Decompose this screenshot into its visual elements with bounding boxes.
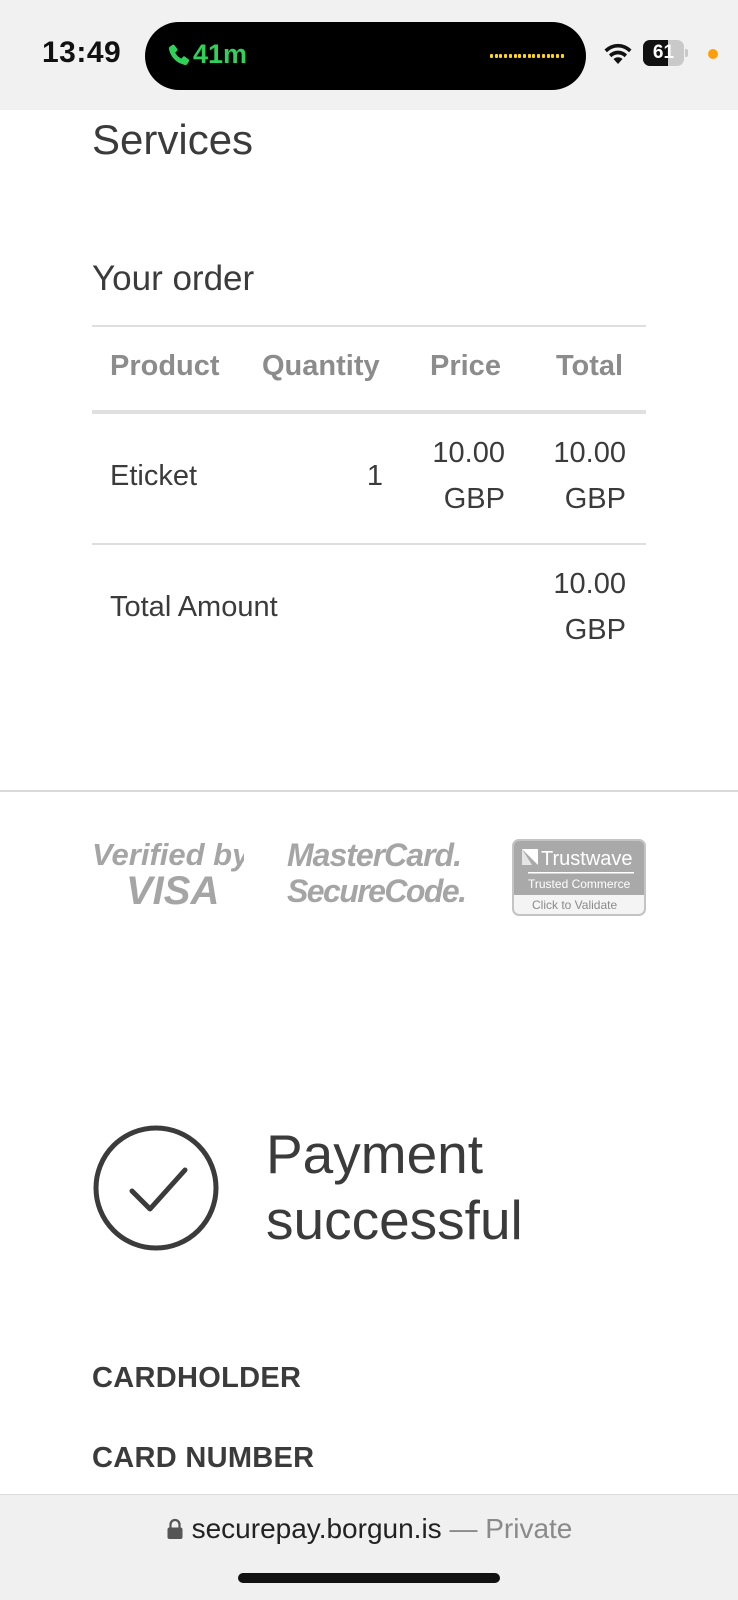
column-header-quantity: Quantity xyxy=(262,350,380,382)
cell-total: 10.00 GBP xyxy=(520,430,626,522)
privacy-indicator-dot xyxy=(708,49,718,59)
call-duration: 41m xyxy=(193,39,248,69)
cell-total-amount: 10.00 xyxy=(553,437,626,469)
trustwave-logo: Trustwave Trusted Commerce Click to Vali… xyxy=(514,848,644,914)
checkmark-circle-icon xyxy=(93,1125,219,1251)
total-amount-number: 10.00 xyxy=(553,568,626,600)
battery-level: 61 xyxy=(652,42,675,63)
browser-address-bar[interactable]: securepay.borgun.is — Private xyxy=(0,1494,738,1600)
address-display[interactable]: securepay.borgun.is — Private xyxy=(0,1513,738,1545)
verified-by-visa-logo: Verified by VISA xyxy=(92,837,244,908)
status-time: 13:49 xyxy=(42,36,122,69)
audio-waveform-icon xyxy=(490,52,564,60)
table-row-rule xyxy=(92,543,646,545)
column-header-total: Total xyxy=(556,350,624,382)
total-amount-value: 10.00 GBP xyxy=(520,561,626,653)
section-divider xyxy=(0,790,738,792)
table-header-rule xyxy=(92,410,646,414)
url-separator: — xyxy=(449,1513,478,1544)
svg-text:Trustwave: Trustwave xyxy=(541,848,633,870)
cell-price: 10.00 GBP xyxy=(400,430,505,522)
svg-text:SecureCode.: SecureCode. xyxy=(287,873,467,908)
column-header-price: Price xyxy=(430,350,501,382)
dynamic-island-call[interactable]: 41m xyxy=(145,22,586,90)
url-domain: securepay.borgun.is xyxy=(191,1513,442,1544)
cell-price-currency: GBP xyxy=(443,483,505,515)
cardholder-label: CARDHOLDER xyxy=(92,1362,302,1394)
trustwave-seal[interactable]: Trustwave Trusted Commerce Click to Vali… xyxy=(512,839,646,916)
svg-text:Click to Validate: Click to Validate xyxy=(532,898,617,912)
lock-icon xyxy=(167,1518,183,1539)
svg-text:Trusted Commerce: Trusted Commerce xyxy=(528,877,631,891)
cell-total-currency: GBP xyxy=(564,483,626,515)
svg-text:VISA: VISA xyxy=(126,869,219,908)
browsing-mode-label: Private xyxy=(485,1513,573,1544)
total-amount-label: Total Amount xyxy=(110,591,278,623)
svg-text:Verified by: Verified by xyxy=(92,837,244,872)
cell-product: Eticket xyxy=(110,460,198,492)
section-title: Services xyxy=(92,116,254,163)
battery-indicator: 61 xyxy=(643,40,688,66)
home-indicator[interactable] xyxy=(238,1573,500,1583)
payment-status-text: Payment successful xyxy=(266,1123,523,1251)
svg-text:MasterCard.: MasterCard. xyxy=(287,837,462,873)
card-number-label: CARD NUMBER xyxy=(92,1442,315,1474)
phone-icon xyxy=(168,44,190,65)
cell-price-amount: 10.00 xyxy=(432,437,505,469)
total-amount-currency: GBP xyxy=(564,614,626,646)
table-top-rule xyxy=(92,325,646,327)
status-bar: 13:49 41m 61 xyxy=(0,0,738,110)
mastercard-securecode-logo: MasterCard. SecureCode. xyxy=(287,837,467,908)
cell-quantity: 1 xyxy=(366,460,383,492)
order-title: Your order xyxy=(92,259,255,298)
wifi-icon xyxy=(604,43,632,64)
column-header-product: Product xyxy=(110,350,220,382)
